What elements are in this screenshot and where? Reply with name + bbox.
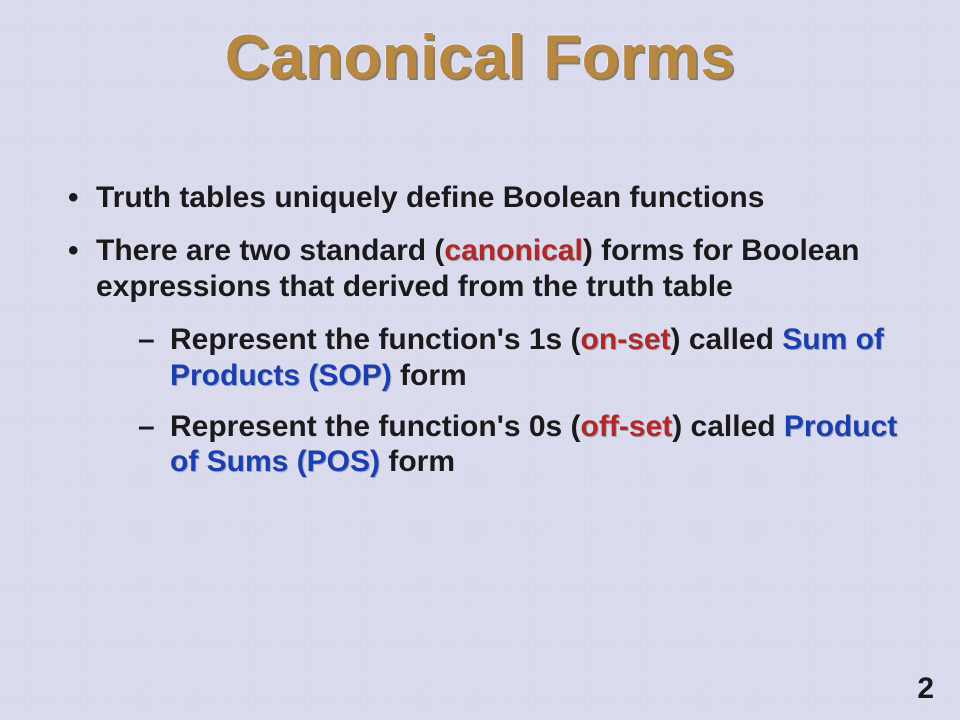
sub2-pre: Represent the function's 0s ( bbox=[170, 410, 581, 443]
sub1-mid: ) called bbox=[671, 323, 783, 356]
slide-title: Canonical Forms bbox=[0, 0, 960, 93]
sub1-pre: Represent the function's 1s ( bbox=[170, 323, 581, 356]
bullet-1-text: Truth tables uniquely define Boolean fun… bbox=[96, 181, 764, 214]
keyword-canonical: canonical bbox=[444, 234, 582, 267]
sub2-mid: ) called bbox=[672, 410, 784, 443]
keyword-on-set: on-set bbox=[581, 323, 671, 356]
sub-bullet-1: Represent the function's 1s (on-set) cal… bbox=[110, 322, 900, 393]
sub1-post: form bbox=[392, 359, 467, 392]
bullet-2-pre: There are two standard ( bbox=[96, 234, 444, 267]
page-number: 2 bbox=[917, 672, 934, 706]
bullet-1: Truth tables uniquely define Boolean fun… bbox=[60, 180, 900, 215]
slide-content: Truth tables uniquely define Boolean fun… bbox=[60, 180, 900, 496]
slide: Canonical Forms Truth tables uniquely de… bbox=[0, 0, 960, 720]
sub2-post: form bbox=[380, 445, 455, 478]
bullet-2: There are two standard (canonical) forms… bbox=[60, 233, 900, 304]
keyword-off-set: off-set bbox=[581, 410, 673, 443]
sub-bullet-2: Represent the function's 0s (off-set) ca… bbox=[110, 409, 900, 480]
